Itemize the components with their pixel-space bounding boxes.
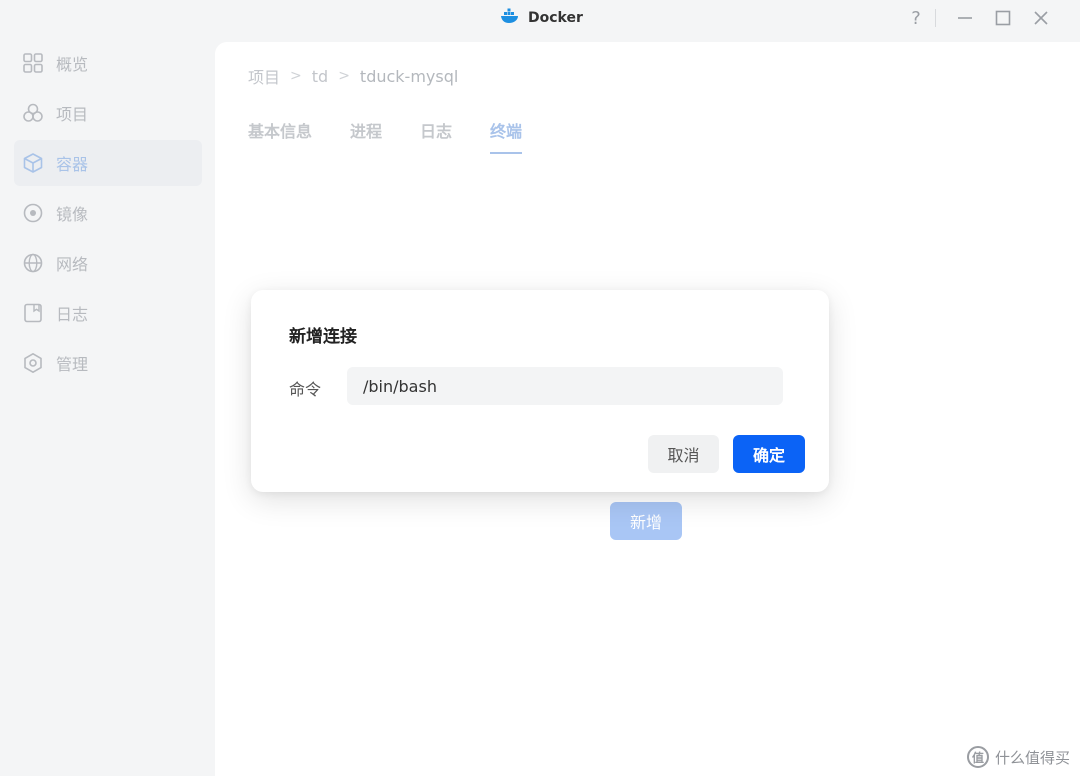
breadcrumb: 项目 > td > tduck-mysql bbox=[248, 64, 458, 88]
command-label: 命令 bbox=[289, 380, 322, 399]
tab-processes[interactable]: 进程 bbox=[350, 118, 382, 154]
breadcrumb-project-td[interactable]: td bbox=[312, 67, 328, 86]
sidebar-item-containers[interactable]: 容器 bbox=[14, 140, 202, 186]
new-connection-dialog: 新增连接 命令 取消 确定 bbox=[251, 290, 829, 492]
container-tabs: 基本信息 进程 日志 终端 bbox=[248, 118, 560, 154]
minimize-button[interactable] bbox=[946, 6, 984, 30]
sidebar-item-label: 镜像 bbox=[56, 205, 89, 224]
sidebar-item-label: 容器 bbox=[56, 155, 89, 174]
docker-whale-icon bbox=[500, 8, 520, 28]
sidebar-item-label: 项目 bbox=[56, 105, 89, 124]
grid-icon bbox=[23, 53, 43, 73]
sidebar: 概览 项目 容器 镜像 网络 日志 管理 bbox=[0, 40, 210, 390]
watermark-logo-icon: 值 bbox=[966, 746, 989, 768]
sidebar-item-logs[interactable]: 日志 bbox=[14, 290, 202, 336]
window-controls: ? bbox=[897, 6, 1060, 30]
sidebar-item-label: 管理 bbox=[56, 355, 89, 374]
sidebar-item-label: 概览 bbox=[56, 55, 89, 74]
watermark: 值 什么值得买 bbox=[966, 746, 1070, 768]
circles-icon bbox=[23, 103, 43, 122]
sidebar-item-label: 网络 bbox=[56, 255, 89, 274]
hexagon-gear-icon bbox=[24, 353, 42, 373]
title-bar: Docker ? bbox=[0, 0, 1080, 36]
window-title-group: Docker bbox=[500, 8, 583, 28]
tab-logs[interactable]: 日志 bbox=[420, 118, 452, 154]
log-icon bbox=[24, 303, 42, 323]
maximize-button[interactable] bbox=[984, 6, 1022, 30]
window-title: Docker bbox=[528, 10, 583, 26]
sidebar-item-network[interactable]: 网络 bbox=[14, 240, 202, 286]
tab-basic-info[interactable]: 基本信息 bbox=[248, 118, 312, 154]
cube-icon bbox=[23, 153, 43, 173]
title-divider bbox=[935, 9, 936, 27]
chevron-right-icon: > bbox=[338, 68, 350, 84]
watermark-text: 什么值得买 bbox=[994, 748, 1070, 767]
sidebar-item-overview[interactable]: 概览 bbox=[14, 40, 202, 86]
add-connection-button[interactable]: 新增 bbox=[610, 502, 682, 540]
cancel-button[interactable]: 取消 bbox=[648, 435, 719, 473]
sidebar-item-label: 日志 bbox=[56, 305, 89, 324]
tab-terminal[interactable]: 终端 bbox=[490, 118, 523, 154]
disc-icon bbox=[23, 203, 43, 223]
breadcrumb-container: tduck-mysql bbox=[359, 66, 459, 86]
help-button[interactable]: ? bbox=[897, 6, 935, 30]
sidebar-item-images[interactable]: 镜像 bbox=[14, 190, 202, 236]
sidebar-item-management[interactable]: 管理 bbox=[14, 340, 202, 386]
close-button[interactable] bbox=[1022, 6, 1060, 30]
sidebar-item-projects[interactable]: 项目 bbox=[14, 90, 202, 136]
docker-app: Docker ? 概览 项目 容器 镜像 网络 日志 管理 项目 > td > … bbox=[0, 0, 1080, 776]
breadcrumb-projects[interactable]: 项目 bbox=[248, 64, 280, 88]
command-input[interactable] bbox=[347, 367, 783, 405]
chevron-right-icon: > bbox=[290, 68, 302, 84]
dialog-title: 新增连接 bbox=[289, 327, 357, 347]
globe-icon bbox=[23, 253, 43, 273]
maximize-icon bbox=[995, 10, 1011, 26]
close-icon bbox=[1034, 11, 1048, 25]
confirm-button[interactable]: 确定 bbox=[733, 435, 805, 473]
minimize-icon bbox=[958, 17, 972, 19]
